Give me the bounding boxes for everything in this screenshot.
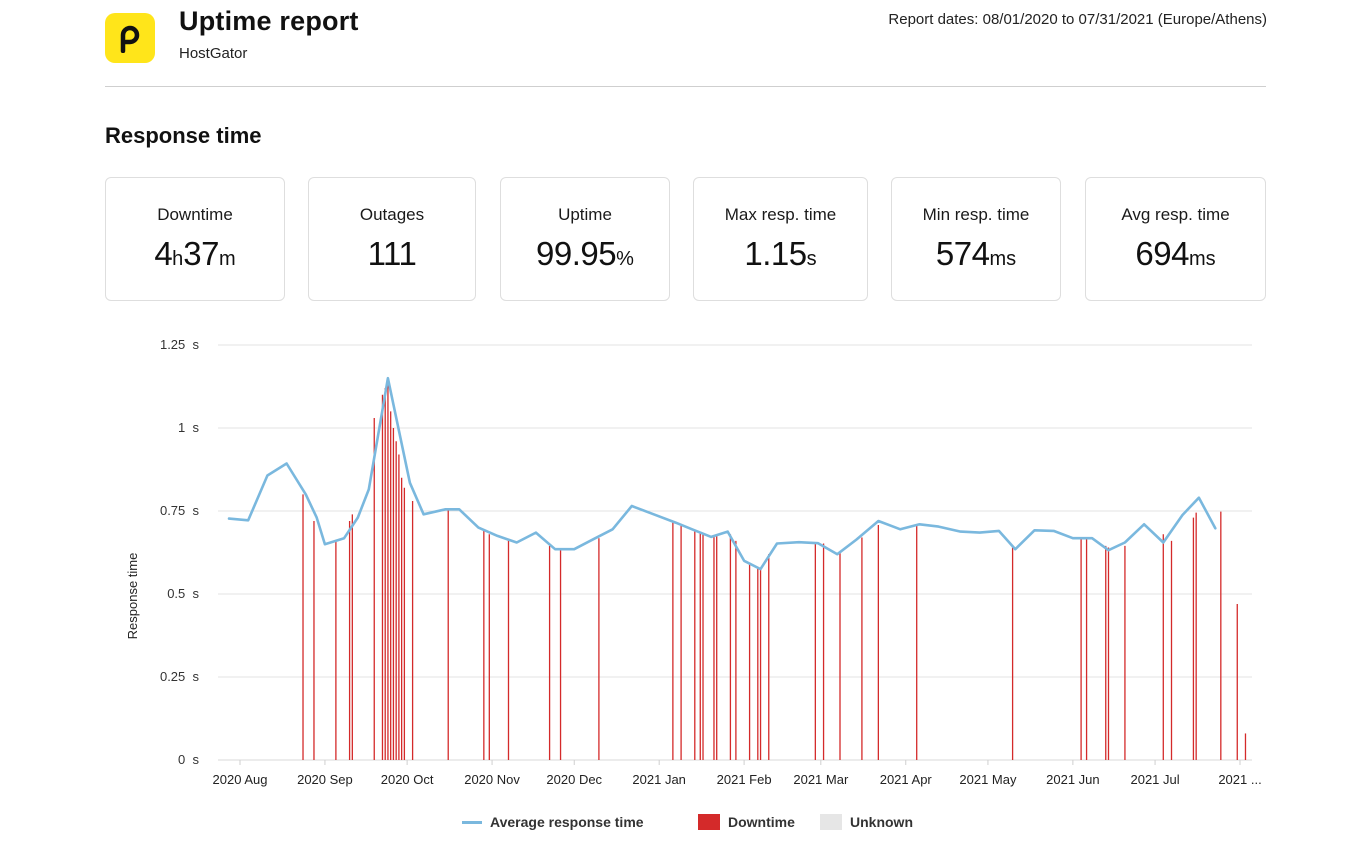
x-tick-label: 2020 Nov <box>464 772 520 787</box>
y-tick-label: 0.75 s <box>160 503 200 518</box>
avg-response-line <box>227 376 1217 571</box>
legend-label: Unknown <box>850 814 913 830</box>
x-tick-label: 2020 Sep <box>297 772 353 787</box>
monitor-name: HostGator <box>179 45 248 62</box>
x-tick-label: 2020 Dec <box>546 772 602 787</box>
x-tick-label: 2021 Jul <box>1130 772 1179 787</box>
stat-value: 4h37m <box>154 235 236 272</box>
legend-label: Downtime <box>728 814 795 830</box>
x-tick-label: 2021 ... <box>1218 772 1261 787</box>
x-tick-label: 2021 Jan <box>632 772 686 787</box>
y-tick-label: 1.25 s <box>160 337 200 352</box>
legend-item-unknown[interactable]: Unknown <box>820 814 913 830</box>
stat-label: Uptime <box>558 205 612 224</box>
stat-value: 111 <box>367 235 417 272</box>
chart-svg: 0 s 0.25 s 0.5 s 0.75 s 1 s 1.25 s 2020 Aug 202… <box>125 337 1262 787</box>
section-title: Response time <box>105 123 262 148</box>
legend-label: Average response time <box>490 814 644 830</box>
y-tick-label: 0 s <box>178 752 199 767</box>
stat-value: 694ms <box>1135 235 1216 272</box>
stat-value: 1.15s <box>744 235 817 272</box>
p-logo-icon <box>120 25 140 53</box>
stat-card-downtime: Downtime 4h37m <box>105 177 285 301</box>
x-tick-label: 2020 Oct <box>381 772 434 787</box>
stat-value: 574ms <box>935 235 1017 272</box>
x-tick-label: 2021 May <box>959 772 1017 787</box>
y-tick-label: 0.5 s <box>167 586 199 601</box>
x-tick-label: 2021 Apr <box>880 772 933 787</box>
legend-item-average[interactable]: Average response time <box>462 814 644 830</box>
x-tick-label: 2021 Jun <box>1046 772 1100 787</box>
y-tick-label: 0.25 s <box>160 669 200 684</box>
chart-legend: Average response time Downtime Unknown <box>0 814 1364 834</box>
stat-card-uptime: Uptime 99.95% <box>500 177 670 301</box>
y-tick-label: 1 s <box>178 420 199 435</box>
x-tick-label: 2021 Feb <box>717 772 772 787</box>
legend-swatch-unknown <box>820 814 842 830</box>
stats-row: Downtime 4h37m Outages 111 Uptime 99.95%… <box>0 177 1364 301</box>
legend-line-icon <box>462 820 482 824</box>
stat-value: 99.95% <box>536 235 634 272</box>
x-tick-label: 2020 Aug <box>213 772 268 787</box>
y-axis-title: Response time <box>125 553 140 640</box>
stat-card-avg-resp: Avg resp. time 694ms <box>1085 177 1266 301</box>
x-tick-label: 2021 Mar <box>793 772 849 787</box>
stat-label: Downtime <box>157 205 233 224</box>
response-time-chart: 0 s 0.25 s 0.5 s 0.75 s 1 s 1.25 s 2020 Aug 202… <box>0 330 1364 800</box>
header-divider <box>105 86 1266 87</box>
stat-card-outages: Outages 111 <box>308 177 476 301</box>
report-title: Uptime report <box>179 6 359 36</box>
stat-card-max-resp: Max resp. time 1.15s <box>693 177 868 301</box>
app-logo <box>105 13 155 63</box>
stat-label: Max resp. time <box>724 205 837 224</box>
legend-item-downtime[interactable]: Downtime <box>698 814 795 830</box>
stat-card-min-resp: Min resp. time 574ms <box>891 177 1061 301</box>
stat-label: Outages <box>359 205 425 224</box>
legend-swatch-downtime <box>698 814 720 830</box>
stat-label: Avg resp. time <box>1121 205 1230 224</box>
stat-label: Min resp. time <box>922 205 1030 224</box>
report-dates: Report dates: 08/01/2020 to 07/31/2021 (… <box>888 11 1267 28</box>
